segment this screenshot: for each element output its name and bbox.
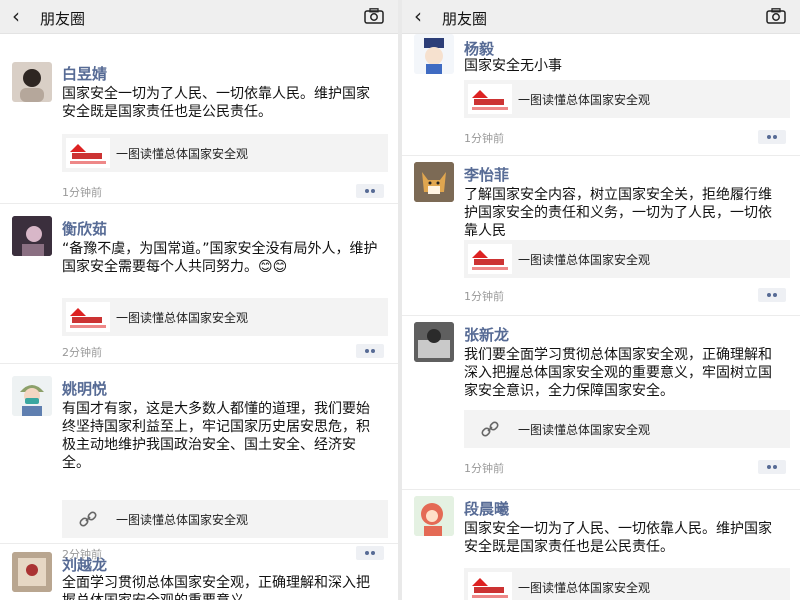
more-options-button[interactable] bbox=[758, 288, 786, 302]
moment-post: 衡欣茹 “备豫不虞，为国常道。”国家安全没有局外人，维护国家安全需要每个人共同努… bbox=[0, 204, 398, 364]
avatar[interactable] bbox=[12, 216, 52, 256]
moment-post: 白昱婧 国家安全一切为了人民、一切依靠人民。维护国家安全既是国家责任也是公民责任… bbox=[0, 54, 398, 204]
user-photo-icon bbox=[12, 552, 52, 592]
more-options-button[interactable] bbox=[356, 184, 384, 198]
link-title: 一图读懂总体国家安全观 bbox=[116, 147, 249, 161]
post-text: 了解国家安全内容，树立国家安全关，拒绝履行维护国家安全的责任和义务，一切为了人民… bbox=[464, 187, 772, 239]
shared-link[interactable]: 一图读懂总体国家安全观 bbox=[464, 410, 790, 448]
moment-post: 段晨曦 国家安全一切为了人民、一切依靠人民。维护国家安全既是国家责任也是公民责任… bbox=[402, 490, 800, 600]
user-photo-icon bbox=[414, 496, 454, 536]
moment-post: 姚明悦 有国才有家，这是大多数人都懂的道理，我们要始终坚持国家利益至上，牢记国家… bbox=[0, 364, 398, 561]
camera-icon[interactable] bbox=[364, 8, 384, 24]
post-text: “备豫不虞，为国常道。”国家安全没有局外人，维护国家安全需要每个人共同努力。😊😊 bbox=[62, 241, 378, 275]
post-text: 我们要全面学习贯彻总体国家安全观，正确理解和深入把握总体国家安全观的重要意义，牢… bbox=[464, 347, 772, 399]
user-name[interactable]: 姚明悦 bbox=[62, 378, 107, 399]
page-title: 朋友圈 bbox=[442, 10, 488, 28]
top-bar: ‹ 朋友圈 bbox=[0, 0, 398, 34]
link-title: 一图读懂总体国家安全观 bbox=[518, 423, 651, 437]
dog-photo-icon bbox=[414, 162, 454, 202]
shared-link[interactable]: 一图读懂总体国家安全观 bbox=[62, 298, 388, 336]
post-text: 全面学习贯彻总体国家安全观，正确理解和深入把握总体国家安全观的重要意义 bbox=[62, 575, 370, 600]
back-arrow-icon[interactable]: ‹ bbox=[12, 5, 20, 27]
user-photo-icon bbox=[414, 322, 454, 362]
user-photo-icon bbox=[414, 34, 454, 74]
left-screen: ‹ 朋友圈 白昱婧 国家安全一切为了人民、一切依靠人民。维护国家安全既是国家责任… bbox=[0, 0, 398, 600]
user-name[interactable]: 杨毅 bbox=[464, 38, 494, 59]
link-icon bbox=[79, 511, 97, 527]
link-thumbnail bbox=[468, 84, 512, 114]
post-time: 1分钟前 bbox=[464, 132, 504, 145]
shared-link[interactable]: 一图读懂总体国家安全观 bbox=[464, 568, 790, 600]
moment-post: 李怡菲 了解国家安全内容，树立国家安全关，拒绝履行维护国家安全的责任和义务，一切… bbox=[402, 156, 800, 316]
link-thumbnail bbox=[66, 302, 110, 332]
post-text: 有国才有家，这是大多数人都懂的道理，我们要始终坚持国家利益至上，牢记国家历史居安… bbox=[62, 401, 370, 471]
shared-link[interactable]: 一图读懂总体国家安全观 bbox=[464, 80, 790, 118]
post-time: 1分钟前 bbox=[62, 186, 102, 199]
avatar[interactable] bbox=[414, 162, 454, 202]
avatar[interactable] bbox=[414, 322, 454, 362]
back-arrow-icon[interactable]: ‹ bbox=[414, 5, 422, 27]
user-name[interactable]: 段晨曦 bbox=[464, 498, 509, 519]
camera-icon[interactable] bbox=[766, 8, 786, 24]
post-text: 国家安全无小事 bbox=[464, 58, 562, 74]
post-text: 国家安全一切为了人民、一切依靠人民。维护国家安全既是国家责任也是公民责任。 bbox=[62, 86, 370, 120]
right-screen: ‹ 朋友圈 杨毅 国家安全无小事 一图读懂总体国家安全观 1分钟前 李怡菲 了解… bbox=[402, 0, 800, 600]
link-title: 一图读懂总体国家安全观 bbox=[518, 93, 651, 107]
link-thumbnail bbox=[468, 244, 512, 274]
avatar[interactable] bbox=[12, 62, 52, 102]
user-photo-icon bbox=[12, 376, 52, 416]
moment-post: 杨毅 国家安全无小事 一图读懂总体国家安全观 1分钟前 bbox=[402, 34, 800, 156]
user-name[interactable]: 衡欣茹 bbox=[62, 218, 107, 239]
more-options-button[interactable] bbox=[758, 460, 786, 474]
user-name[interactable]: 张新龙 bbox=[464, 324, 509, 345]
link-title: 一图读懂总体国家安全观 bbox=[518, 581, 651, 595]
post-text: 国家安全一切为了人民、一切依靠人民。维护国家安全既是国家责任也是公民责任。 bbox=[464, 521, 772, 555]
avatar[interactable] bbox=[12, 376, 52, 416]
user-name[interactable]: 白昱婧 bbox=[62, 63, 107, 84]
moment-post: 张新龙 我们要全面学习贯彻总体国家安全观，正确理解和深入把握总体国家安全观的重要… bbox=[402, 316, 800, 490]
post-time: 2分钟前 bbox=[62, 346, 102, 359]
user-name[interactable]: 李怡菲 bbox=[464, 164, 509, 185]
page-title: 朋友圈 bbox=[40, 10, 86, 28]
top-bar: ‹ 朋友圈 bbox=[402, 0, 800, 34]
post-time: 1分钟前 bbox=[464, 290, 504, 303]
user-photo-icon bbox=[20, 69, 44, 102]
shared-link[interactable]: 一图读懂总体国家安全观 bbox=[464, 240, 790, 278]
more-options-button[interactable] bbox=[356, 344, 384, 358]
user-name[interactable]: 刘越龙 bbox=[62, 554, 107, 575]
more-options-button[interactable] bbox=[758, 130, 786, 144]
moment-post: 刘越龙 全面学习贯彻总体国家安全观，正确理解和深入把握总体国家安全观的重要意义 bbox=[0, 546, 398, 600]
link-title: 一图读懂总体国家安全观 bbox=[518, 253, 651, 267]
link-title: 一图读懂总体国家安全观 bbox=[116, 513, 249, 527]
avatar[interactable] bbox=[414, 496, 454, 536]
link-icon bbox=[481, 421, 499, 437]
link-thumbnail bbox=[66, 138, 110, 168]
user-photo-icon bbox=[12, 216, 52, 256]
avatar[interactable] bbox=[414, 34, 454, 74]
post-time: 1分钟前 bbox=[464, 462, 504, 475]
link-thumbnail bbox=[468, 572, 512, 600]
shared-link[interactable]: 一图读懂总体国家安全观 bbox=[62, 500, 388, 538]
avatar[interactable] bbox=[12, 552, 52, 592]
shared-link[interactable]: 一图读懂总体国家安全观 bbox=[62, 134, 388, 172]
link-title: 一图读懂总体国家安全观 bbox=[116, 311, 249, 325]
